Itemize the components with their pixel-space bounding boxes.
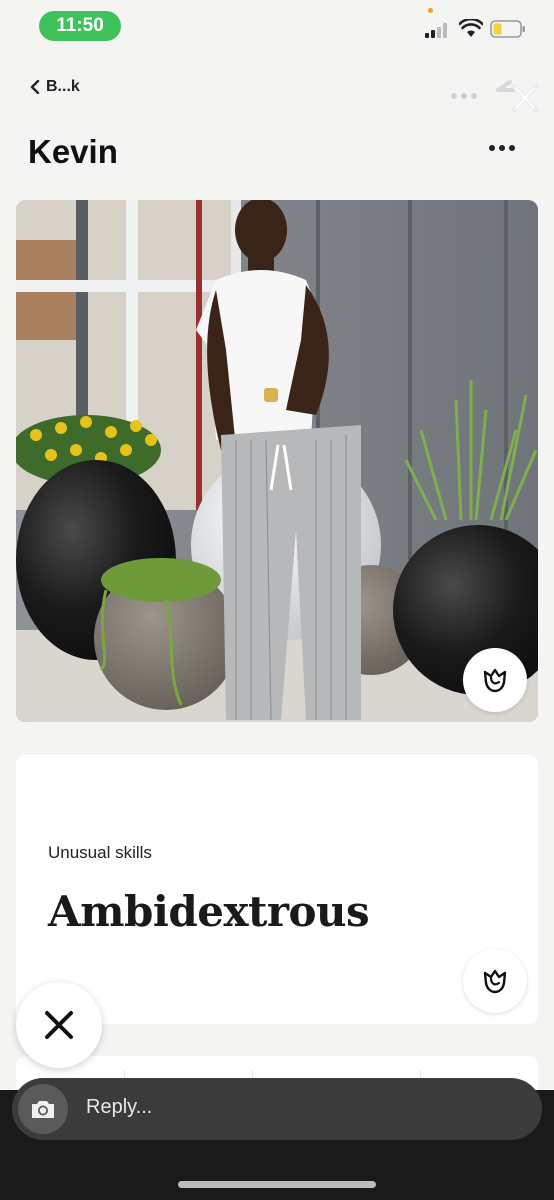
rose-icon — [483, 668, 507, 693]
status-bar: 11:50 — [0, 0, 554, 52]
close-icon[interactable] — [492, 76, 540, 116]
skip-button[interactable] — [16, 982, 102, 1068]
overflow-dots-icon — [451, 93, 477, 99]
status-time: 11:50 — [39, 11, 121, 41]
prompt-question: Unusual skills — [48, 843, 152, 862]
profile-photo — [16, 200, 538, 722]
more-icon[interactable] — [488, 143, 516, 153]
reply-input[interactable]: Reply... — [86, 1096, 152, 1119]
wifi-icon — [459, 19, 483, 37]
profile-photo-image — [16, 200, 538, 722]
battery-icon — [490, 20, 525, 38]
back-label: B...k — [46, 78, 80, 95]
signal-icon — [425, 23, 447, 38]
rose-icon — [483, 969, 507, 994]
prompt-card: Unusual skills Ambidextrous — [16, 755, 538, 1024]
reply-bar[interactable]: Reply... — [12, 1078, 542, 1140]
skip-x-icon — [45, 1011, 73, 1039]
back-button[interactable]: B...k — [30, 78, 80, 96]
camera-icon — [32, 1101, 54, 1118]
camera-button[interactable] — [18, 1084, 68, 1134]
prompt-rose-button[interactable] — [463, 949, 527, 1013]
home-indicator[interactable] — [178, 1181, 376, 1188]
back-chevron-icon — [30, 80, 40, 94]
prompt-answer: Ambidextrous — [48, 887, 370, 936]
privacy-indicator-dot — [428, 8, 433, 13]
photo-rose-button[interactable] — [463, 648, 527, 712]
profile-name: Kevin — [28, 133, 118, 170]
